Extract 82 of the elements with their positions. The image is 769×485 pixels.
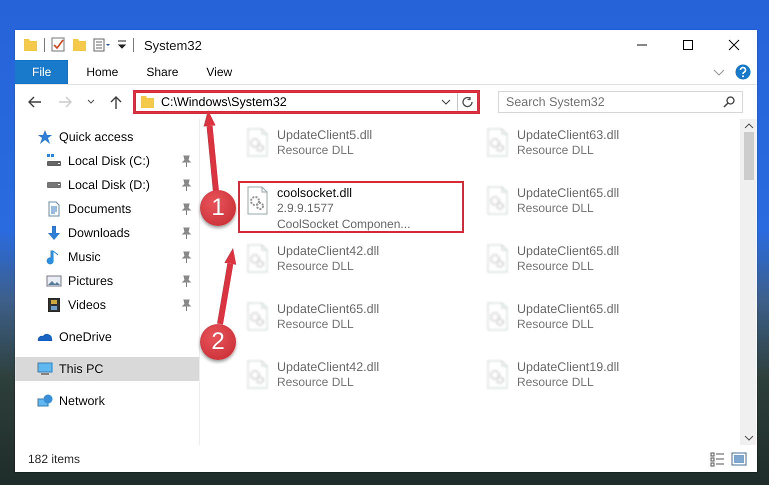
expand-ribbon-icon[interactable] (713, 67, 725, 77)
ribbon-tab[interactable]: Share (132, 60, 192, 84)
computer-icon (37, 361, 53, 377)
sidebar-item[interactable]: Local Disk (D:) (15, 173, 199, 197)
properties-icon (93, 37, 111, 53)
folder-icon (23, 37, 38, 53)
file-detail: Resource DLL (517, 143, 595, 158)
document-icon (46, 201, 62, 217)
address-bar[interactable]: C:\Windows\System32 (133, 90, 480, 114)
file-name: coolsocket.dll (277, 186, 354, 200)
file-name: UpdateClient42.dll (277, 360, 380, 374)
file-name: UpdateClient63.dll (517, 128, 620, 142)
drive-icon (46, 181, 62, 189)
refresh-icon (461, 96, 474, 108)
up-arrow-icon[interactable] (109, 95, 123, 109)
file-detail: Resource DLL (277, 375, 355, 390)
dll-file-icon (486, 186, 509, 216)
file-menu-button[interactable]: File (15, 60, 68, 84)
scroll-up-icon (744, 122, 754, 130)
sidebar-item[interactable]: Videos (15, 293, 199, 317)
help-icon[interactable] (735, 64, 751, 80)
file-name: UpdateClient65.dll (517, 244, 620, 258)
file-detail: Resource DLL (277, 317, 355, 332)
dll-file-icon (246, 244, 269, 274)
star-icon (37, 129, 53, 145)
file-detail: 2.9.9.1577 (277, 201, 335, 216)
ribbon-tab[interactable]: Home (72, 60, 132, 84)
scroll-down-icon (744, 434, 754, 442)
dll-file-icon (246, 302, 269, 332)
file-name: UpdateClient19.dll (517, 360, 620, 374)
sidebar-item[interactable]: Pictures (15, 269, 199, 293)
dll-file-icon (486, 302, 509, 332)
scrollbar-thumb[interactable] (744, 132, 754, 180)
sidebar-item[interactable]: Music (15, 245, 199, 269)
dll-file-icon (486, 360, 509, 390)
sidebar-item[interactable]: This PC (15, 357, 199, 381)
search-field[interactable]: Search System32 (498, 91, 743, 113)
dll-file-icon (246, 360, 269, 390)
drive-icon (46, 153, 62, 169)
address-path: C:\Windows\System32 (161, 95, 288, 109)
folder-icon (72, 37, 87, 53)
dll-file-icon (486, 128, 509, 158)
sidebar-item[interactable]: Quick access (15, 125, 199, 149)
search-icon (723, 96, 735, 108)
file-name: UpdateClient5.dll (277, 128, 372, 142)
large-icons-view-icon[interactable] (731, 450, 747, 466)
details-view-icon[interactable] (710, 450, 725, 466)
customize-dropdown-icon (117, 39, 127, 51)
file-item[interactable]: coolsocket.dll 2.9.9.1577 CoolSocket Componen... (238, 181, 464, 233)
folder-icon (140, 94, 155, 110)
file-name: UpdateClient65.dll (517, 302, 620, 316)
file-detail: Resource DLL (517, 201, 595, 216)
sidebar-item[interactable]: Network (15, 389, 199, 413)
back-arrow-icon[interactable] (27, 95, 43, 109)
close-icon[interactable] (728, 39, 740, 51)
file-detail: Resource DLL (277, 143, 355, 158)
down-arrow-icon (46, 225, 62, 241)
sidebar-item[interactable]: Downloads (15, 221, 199, 245)
file-name: UpdateClient42.dll (277, 244, 380, 258)
item-count: 182 items (28, 452, 80, 466)
film-icon (46, 297, 62, 313)
dll-file-icon (246, 128, 269, 158)
sidebar-item[interactable]: Local Disk (C:) (15, 149, 199, 173)
sidebar-item[interactable]: OneDrive (15, 325, 199, 349)
maximize-icon[interactable] (682, 39, 694, 51)
dll-file-icon (246, 186, 269, 216)
file-detail: Resource DLL (517, 259, 595, 274)
file-name: UpdateClient65.dll (277, 302, 380, 316)
picture-icon (46, 273, 62, 289)
file-detail: CoolSocket Componen... (277, 217, 410, 232)
dropdown-caret-icon (441, 97, 451, 107)
file-detail: Resource DLL (517, 375, 595, 390)
dll-file-icon (486, 244, 509, 274)
file-name: UpdateClient65.dll (517, 186, 620, 200)
network-icon (37, 393, 53, 409)
window-title: System32 (144, 38, 202, 52)
scrollbar[interactable] (740, 119, 757, 445)
file-detail: Resource DLL (517, 317, 595, 332)
ribbon-tab[interactable]: View (192, 60, 246, 84)
sidebar-item[interactable]: Documents (15, 197, 199, 221)
checklist-icon (51, 37, 66, 53)
file-detail: Resource DLL (277, 259, 355, 274)
